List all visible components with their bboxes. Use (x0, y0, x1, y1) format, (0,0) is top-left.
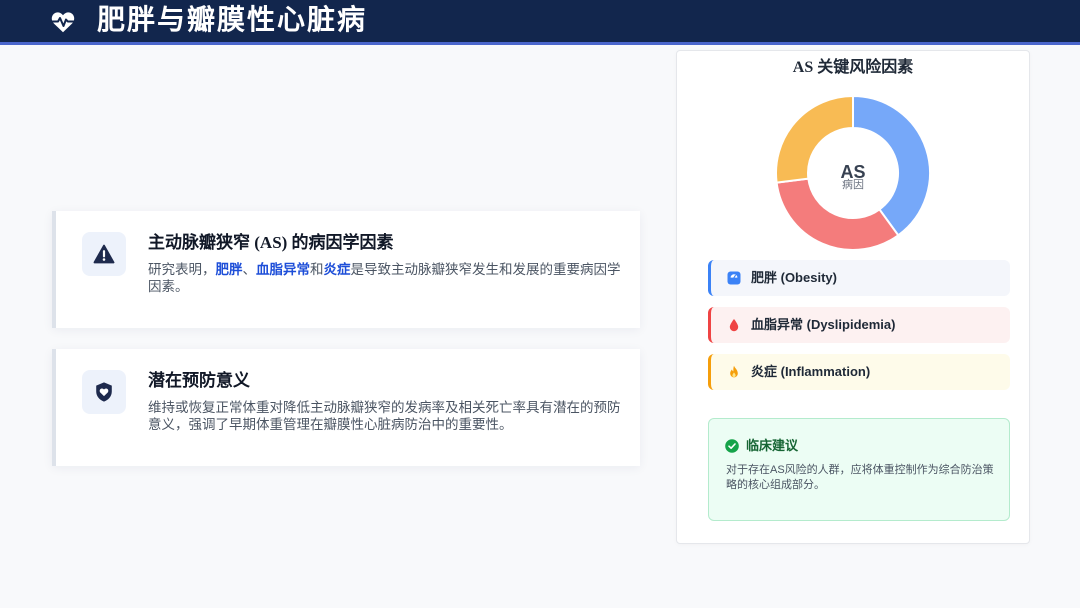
legend-label: 血脂异常 (Dyslipidemia) (751, 317, 896, 332)
body-text: 研究表明， (148, 262, 216, 277)
card-body-text: 研究表明，肥胖、血脂异常和炎症是导致主动脉瓣狭窄发生和发展的重要病因学因素。 (148, 261, 624, 295)
legend-label: 肥胖 (Obesity) (751, 270, 837, 285)
weight-scale-icon (727, 271, 741, 285)
body-text: 和 (310, 262, 324, 277)
chart-title: AS 关键风险因素 (792, 59, 914, 76)
etiology-card: 主动脉瓣狭窄 (AS) 的病因学因素 研究表明，肥胖、血脂异常和炎症是导致主动脉… (52, 211, 640, 328)
card-title: 潜在预防意义 (148, 371, 250, 390)
risk-factors-panel: AS 关键风险因素 AS 病因 肥胖 (Obesity) 血脂异常 (Dysli… (676, 50, 1030, 544)
advice-title: 临床建议 (746, 438, 799, 453)
clinical-advice-box: 临床建议 对于存在AS风险的人群，应将体重控制作为综合防治策略的核心组成部分。 (708, 418, 1010, 521)
highlight-dyslipidemia: 血脂异常 (256, 262, 310, 277)
body-text: 、 (242, 262, 257, 277)
legend-item-obesity: 肥胖 (Obesity) (708, 260, 1010, 296)
body-text: 维持或恢复正常体重对降低主动脉瓣狭窄的发病率及相关死亡率具有潜在的预防意义，强调… (148, 400, 621, 432)
card-body-text: 维持或恢复正常体重对降低主动脉瓣狭窄的发病率及相关死亡率具有潜在的预防意义，强调… (148, 399, 624, 433)
card-icon-box (82, 370, 126, 414)
advice-text: 对于存在AS风险的人群，应将体重控制作为综合防治策略的核心组成部分。 (726, 464, 994, 491)
highlight-inflammation: 炎症 (323, 262, 351, 277)
highlight-obesity: 肥胖 (215, 262, 243, 277)
card-icon-box (82, 232, 126, 276)
donut-center-sublabel: 病因 (842, 179, 864, 191)
slide-title: 肥胖与瓣膜性心脏病 (97, 5, 368, 36)
fire-icon (727, 365, 741, 379)
heart-pulse-icon (51, 11, 75, 33)
card-title: 主动脉瓣狭窄 (AS) 的病因学因素 (148, 233, 394, 252)
check-circle-icon (725, 439, 739, 453)
prevention-card: 潜在预防意义 维持或恢复正常体重对降低主动脉瓣狭窄的发病率及相关死亡率具有潜在的… (52, 349, 640, 466)
slide-header: 肥胖与瓣膜性心脏病 (0, 0, 1080, 45)
shield-heart-icon (96, 382, 112, 402)
legend-label: 炎症 (Inflammation) (751, 364, 871, 379)
legend-item-dyslipidemia: 血脂异常 (Dyslipidemia) (708, 307, 1010, 343)
warning-triangle-icon (93, 244, 115, 264)
droplet-icon (727, 318, 741, 332)
legend-item-inflammation: 炎症 (Inflammation) (708, 354, 1010, 390)
